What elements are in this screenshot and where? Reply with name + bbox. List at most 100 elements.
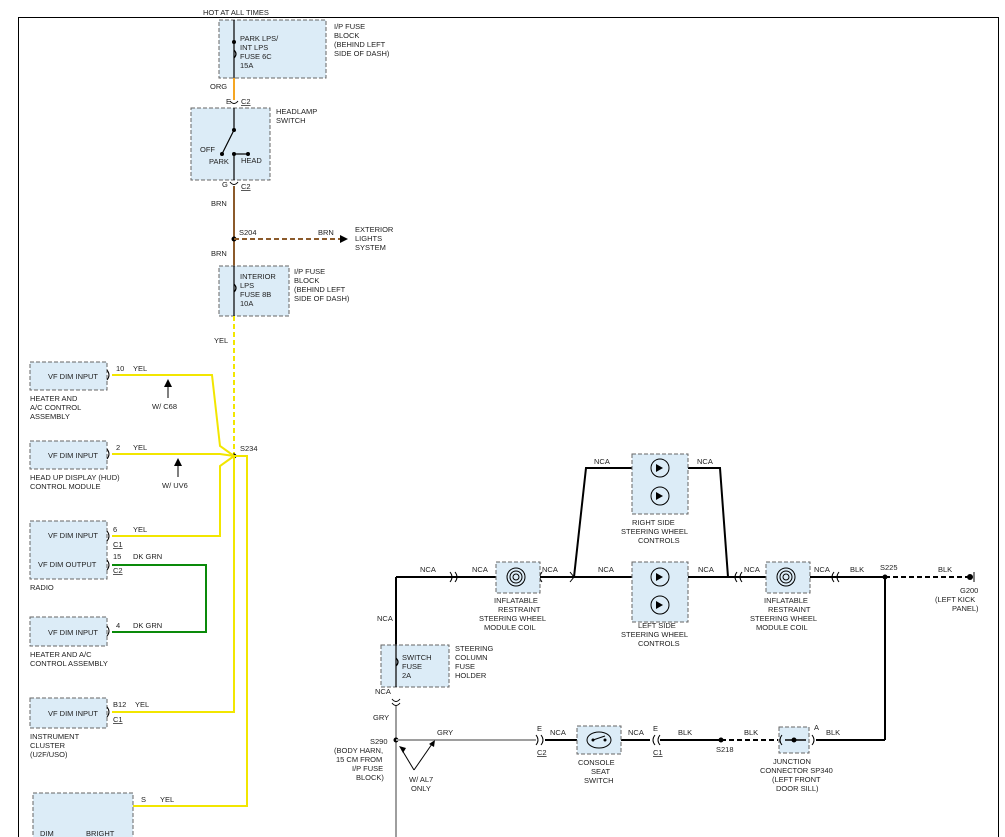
cluster-name-2: CLUSTER <box>30 741 66 750</box>
cluster-wire: YEL <box>135 700 149 709</box>
junction-1: JUNCTION <box>773 757 811 766</box>
fuse-park-line3: FUSE 6C <box>240 52 272 61</box>
holder-1: STEERING <box>455 644 494 653</box>
interior-block-4: SIDE OF DASH) <box>294 294 350 303</box>
bottom-wire: YEL <box>160 795 174 804</box>
switch-fuse-nca: NCA <box>375 687 391 696</box>
seat-2: SEAT <box>591 767 610 776</box>
holder-4: HOLDER <box>455 671 487 680</box>
interior-line4: 10A <box>240 299 253 308</box>
radio-out-pin: 15 <box>113 552 121 561</box>
interior-line1: INTERIOR <box>240 272 276 281</box>
heater-option: W/ C68 <box>152 402 177 411</box>
hud-name-2: CONTROL MODULE <box>30 482 101 491</box>
s290-5: BLOCK) <box>356 773 384 782</box>
radio-name: RADIO <box>30 583 54 592</box>
g200-2: (LEFT KICK <box>935 595 975 604</box>
left-controls-2: STEERING WHEEL <box>621 630 688 639</box>
switch-off-label: OFF <box>200 145 215 154</box>
yel-feed-label: YEL <box>214 336 228 345</box>
radio-module-box <box>29 520 108 580</box>
bottom-dim: DIM <box>40 829 54 837</box>
bottom-nca-1: NCA <box>550 728 566 737</box>
radio-in-conn: C1 <box>113 540 123 549</box>
left-coil-4: MODULE COIL <box>484 623 536 632</box>
heater2-name-1: HEATER AND A/C <box>30 650 92 659</box>
radio-in-wire: YEL <box>133 525 147 534</box>
right-controls-1: RIGHT SIDE <box>632 518 675 527</box>
g200-1: G200 <box>960 586 978 595</box>
seat-3: SWITCH <box>584 776 614 785</box>
brn-label-1: BRN <box>211 199 227 208</box>
left-controls-1: LEFT SIDE <box>638 621 676 630</box>
heater-wire: YEL <box>133 364 147 373</box>
nca-4: NCA <box>598 565 614 574</box>
cluster-text: VF DIM INPUT <box>48 709 98 718</box>
wiring-diagram: HOT AT ALL TIMES PARK LPS/ INT LPS FUSE … <box>29 8 979 837</box>
bottom-c1: C1 <box>653 748 663 757</box>
left-coil-2: RESTRAINT <box>498 605 541 614</box>
heater-name-1: HEATER AND <box>30 394 78 403</box>
radio-out-conn: C2 <box>113 566 123 575</box>
nca-6: NCA <box>744 565 760 574</box>
nca-1: NCA <box>420 565 436 574</box>
right-coil-3: STEERING WHEEL <box>750 614 817 623</box>
connector-c2-top-icon <box>229 100 239 104</box>
s234-label: S234 <box>240 444 258 453</box>
seat-1: CONSOLE <box>578 758 615 767</box>
s290-4: I/P FUSE <box>352 764 383 773</box>
fuse-block-1-line2: BLOCK <box>334 31 359 40</box>
bottom-a: A <box>814 723 819 732</box>
fuse-park-line1: PARK LPS/ <box>240 34 279 43</box>
bottom-e1: E <box>537 724 542 733</box>
right-controls-3: CONTROLS <box>638 536 680 545</box>
hud-vf-dim-input: VF DIM INPUT <box>48 451 98 460</box>
bottom-gry: GRY <box>437 728 453 737</box>
holder-3: FUSE <box>455 662 475 671</box>
headlamp-switch-box <box>190 107 271 181</box>
interior-block-1: I/P FUSE <box>294 267 325 276</box>
junction-3: (LEFT FRONT <box>772 775 821 784</box>
switch-fuse-gry: GRY <box>373 713 389 722</box>
fuse-block-1-line3: (BEHIND LEFT <box>334 40 386 49</box>
fuse-block-1-line4: SIDE OF DASH) <box>334 49 390 58</box>
cluster-name-1: INSTRUMENT <box>30 732 80 741</box>
switch-fuse-3: 2A <box>402 671 411 680</box>
hud-pin: 2 <box>116 443 120 452</box>
bottom-pin: S <box>141 795 146 804</box>
nca-r2: NCA <box>697 457 713 466</box>
junction-4: DOOR SILL) <box>776 784 819 793</box>
right-controls-2: STEERING WHEEL <box>621 527 688 536</box>
connector-icon-13 <box>535 734 544 746</box>
c2-top-label: C2 <box>241 97 251 106</box>
s290-3: 15 CM FROM <box>336 755 382 764</box>
interior-block-2: BLOCK <box>294 276 319 285</box>
nca-2: NCA <box>472 565 488 574</box>
hud-name-1: HEAD UP DISPLAY (HUD) <box>30 473 120 482</box>
nca-5: NCA <box>698 565 714 574</box>
s290-1: S290 <box>370 737 388 746</box>
park-lps-fuse-box <box>218 19 327 79</box>
heater-name-3: ASSEMBLY <box>30 412 70 421</box>
yel-branch-hud <box>112 453 235 457</box>
hot-at-all-times-label: HOT AT ALL TIMES <box>203 8 269 17</box>
al7-1: W/ AL7 <box>409 775 433 784</box>
heater2-pin: 4 <box>116 621 120 630</box>
fuse-block-1-line1: I/P FUSE <box>334 22 365 31</box>
junction-2: CONNECTOR SP340 <box>760 766 833 775</box>
bottom-bright: BRIGHT <box>86 829 115 837</box>
yel-branch-heater <box>112 374 235 457</box>
s225-label: S225 <box>880 563 898 572</box>
c2-bottom-label: C2 <box>241 182 251 191</box>
interior-line3: FUSE 8B <box>240 290 271 299</box>
cluster-pin: B12 <box>113 700 126 709</box>
heater2-name-2: CONTROL ASSEMBLY <box>30 659 108 668</box>
right-coil-1: INFLATABLE <box>764 596 808 605</box>
nca-r1: NCA <box>594 457 610 466</box>
radio-out-wire: DK GRN <box>133 552 162 561</box>
bottom-blk-2: BLK <box>744 728 758 737</box>
bottom-blk-1: BLK <box>678 728 692 737</box>
heater-name-2: A/C CONTROL <box>30 403 81 412</box>
left-coil-1: INFLATABLE <box>494 596 538 605</box>
hud-wire: YEL <box>133 443 147 452</box>
